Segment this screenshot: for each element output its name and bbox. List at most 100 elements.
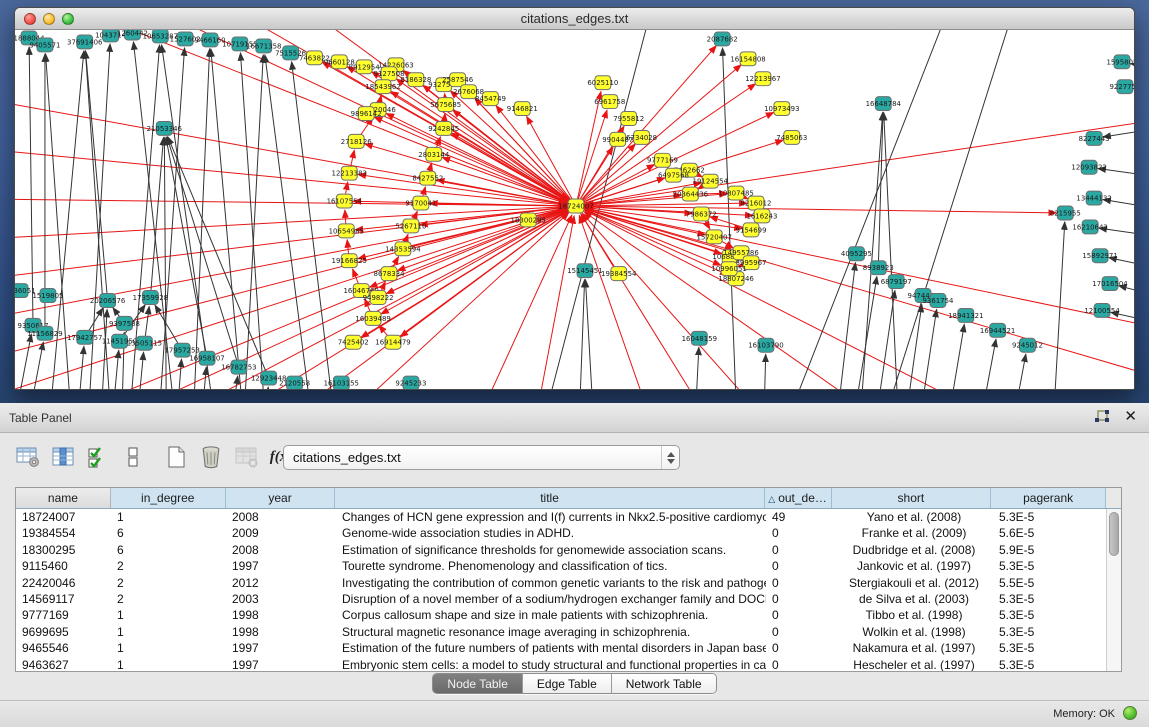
table-row[interactable]: 977716911998Corpus callosum shape and si… [16,607,1121,623]
cell[interactable]: de Silva et al. (2003) [833,591,993,607]
cell[interactable]: 0 [766,542,833,558]
graph-node[interactable]: 20364436 [673,187,708,201]
graph-node[interactable]: 16210643 [1072,220,1107,234]
graph-edge[interactable] [974,339,996,389]
cell[interactable]: 5.9E-5 [993,542,1108,558]
graph-node[interactable]: 16944521 [980,323,1015,337]
graph-node[interactable]: 18941321 [948,308,983,322]
graph-edge[interactable] [914,309,937,389]
graph-node[interactable]: 6961758 [594,95,625,109]
table-row[interactable]: 911546021997Tourette syndrome. Phenomeno… [16,558,1121,574]
cell[interactable]: 1998 [226,624,336,640]
cell[interactable]: Structural magnetic resonance image aver… [336,624,766,640]
cell[interactable]: 0 [766,657,833,671]
graph-edge[interactable] [86,51,108,301]
graph-node[interactable]: 12213967 [745,72,780,86]
graph-node[interactable]: 19166825 [332,254,367,268]
graph-edge[interactable] [211,49,246,389]
cell[interactable]: Estimation of significance thresholds fo… [336,542,766,558]
cell[interactable]: 1997 [226,657,336,671]
cell[interactable]: Jankovic et al. (1997) [833,558,993,574]
graph-edge[interactable] [576,91,601,206]
cell[interactable]: 5.6E-5 [993,525,1108,541]
network-window-titlebar[interactable]: citations_edges.txt [15,8,1134,30]
graph-edge[interactable] [168,137,269,378]
graph-node[interactable]: 2087682 [707,32,738,46]
cell[interactable]: 1997 [226,558,336,574]
graph-node[interactable]: 16154808 [730,52,765,66]
graph-node[interactable]: 9245233 [395,376,426,389]
cell[interactable]: Investigating the contribution of common… [336,575,766,591]
graph-node[interactable]: 1595805 [1106,55,1134,69]
graph-node[interactable]: 8215955 [1050,206,1081,220]
network-window[interactable]: citations_edges.txt 18724007891295414226… [14,7,1135,390]
cell[interactable]: 1997 [226,640,336,656]
cell[interactable]: 19384554 [16,525,111,541]
cell[interactable]: 9115460 [16,558,111,574]
cell[interactable]: 9699695 [16,624,111,640]
network-graph-canvas[interactable]: 1872400789129541422606391275081854396281… [15,30,1134,389]
cell[interactable]: Genome-wide association studies in ADHD. [336,525,766,541]
column-header-name[interactable]: name [16,488,111,508]
float-window-icon[interactable] [1094,410,1110,424]
cell[interactable]: Hescheler et al. (1997) [833,657,993,671]
graph-node[interactable]: 12093822 [1071,160,1106,174]
cell[interactable]: Tibbo et al. (1998) [833,607,993,623]
graph-edge[interactable] [29,47,33,325]
cell[interactable]: 2 [111,591,226,607]
cell[interactable]: Franke et al. (2009) [833,525,993,541]
graph-node[interactable]: 16048159 [682,331,717,345]
table-row[interactable]: 1872400712008Changes of HCN gene express… [16,509,1121,525]
cell[interactable]: Stergiakouli et al. (2012) [833,575,993,591]
table-panel-titlebar[interactable]: Table Panel ✕ [0,403,1149,433]
cell[interactable]: Nakamura et al. (1997) [833,640,993,656]
graph-edge[interactable] [475,215,572,389]
cell[interactable]: 6 [111,542,226,558]
graph-node[interactable]: 7955812 [613,112,644,126]
cell[interactable]: 5.3E-5 [993,591,1108,607]
cell[interactable]: 0 [766,558,833,574]
column-header-pagerank[interactable]: pagerank [991,488,1106,508]
cell[interactable]: 9777169 [16,607,111,623]
graph-edge[interactable] [292,62,336,389]
graph-node[interactable]: 9146821 [507,102,538,116]
graph-node[interactable]: 1616243 [746,209,777,223]
graph-edge[interactable] [266,387,268,389]
cell[interactable]: 1 [111,624,226,640]
cell[interactable]: 5.3E-5 [993,509,1108,525]
graph-edge[interactable] [586,209,1134,378]
table-column-icon[interactable] [49,443,77,471]
graph-node[interactable]: 16914479 [375,335,410,349]
graph-node[interactable]: 1519805 [32,289,63,303]
cell[interactable]: 18724007 [16,509,111,525]
cell[interactable]: 9463627 [16,657,111,671]
graph-edge[interactable] [15,149,566,205]
graph-node[interactable]: 9245012 [1012,338,1043,352]
graph-node[interactable]: 5675685 [430,98,461,112]
graph-node[interactable]: 6025110 [587,76,618,90]
graph-node[interactable]: 16648784 [866,97,902,111]
cell[interactable]: Tourette syndrome. Phenomenology and cla… [336,558,766,574]
cell[interactable]: 5.3E-5 [993,657,1108,671]
delete-table-icon[interactable] [232,443,260,471]
graph-edge[interactable] [579,280,585,389]
cell[interactable]: 14569117 [16,591,111,607]
graph-edge[interactable] [136,352,143,389]
graph-node[interactable]: 9154699 [736,223,767,237]
graph-edge[interactable] [453,110,576,206]
graph-edge[interactable] [176,359,181,389]
cell[interactable]: 0 [766,525,833,541]
graph-node[interactable]: 21053346 [147,121,182,135]
graph-edge[interactable] [150,137,163,297]
table-row[interactable]: 946362711997Embryonic stem cells: a mode… [16,657,1121,671]
cell[interactable]: 1 [111,657,226,671]
graph-edge[interactable] [374,117,576,206]
column-header-title[interactable]: title [335,488,764,508]
cell[interactable]: 2009 [226,525,336,541]
graph-node[interactable]: 16782753 [221,360,256,374]
graph-node[interactable]: 18543962 [365,80,400,94]
cell[interactable]: 1 [111,640,226,656]
graph-node[interactable]: 2803144 [418,147,450,161]
cell[interactable]: 0 [766,607,833,623]
combobox-arrows-icon[interactable] [661,446,679,469]
